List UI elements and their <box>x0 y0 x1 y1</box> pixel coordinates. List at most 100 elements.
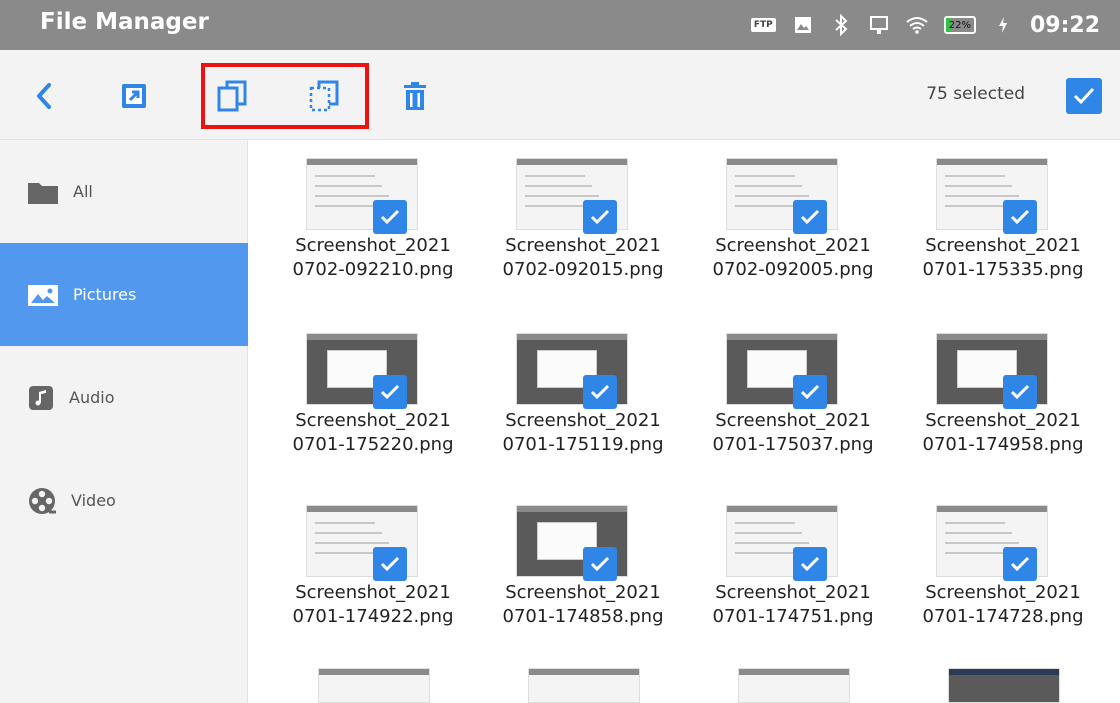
battery-indicator: 22% <box>943 16 976 34</box>
film-reel-icon <box>29 487 56 514</box>
ftp-badge: FTP <box>750 18 776 32</box>
checkmark-icon <box>590 209 610 225</box>
status-icons: FTP 22% 09:22 <box>750 0 1100 50</box>
app-title: File Manager <box>40 9 209 35</box>
select-all-checkbox[interactable] <box>1066 78 1102 114</box>
back-arrow-icon <box>37 83 51 109</box>
sidebar-item-label: Video <box>71 491 116 510</box>
move-icon <box>309 80 339 112</box>
selected-checkbox[interactable] <box>583 547 617 581</box>
file-name-line1: Screenshot_2021 <box>505 410 661 431</box>
selected-checkbox[interactable] <box>793 200 827 234</box>
file-tile[interactable]: Screenshot_2021 0701-175119.png <box>483 333 683 483</box>
cut-button[interactable] <box>302 74 346 118</box>
file-tile[interactable]: Screenshot_2021 0702-092005.png <box>693 158 893 308</box>
open-external-button[interactable] <box>112 74 156 118</box>
file-name-line1: Screenshot_2021 <box>295 410 451 431</box>
file-tile[interactable]: Screenshot_2021 0702-092210.png <box>273 158 473 308</box>
battery-level: 22% <box>948 19 971 31</box>
selection-count: 75 selected <box>926 84 1025 104</box>
checkmark-icon <box>1010 556 1030 572</box>
file-tile[interactable]: Screenshot_2021 0701-174751.png <box>693 505 893 655</box>
charging-icon <box>992 14 1014 36</box>
file-name: Screenshot_2021 0701-175220.png <box>273 409 473 457</box>
file-tile[interactable]: Screenshot_2021 0701-175335.png <box>903 158 1103 308</box>
sidebar-item-pictures[interactable]: Pictures <box>0 243 248 346</box>
sidebar-item-all[interactable]: All <box>0 140 248 243</box>
selected-checkbox[interactable] <box>373 200 407 234</box>
music-icon <box>29 385 53 410</box>
file-name-line2: 0701-174922.png <box>292 606 454 627</box>
sidebar-item-label: All <box>73 182 93 201</box>
sidebar-item-label: Audio <box>69 388 115 407</box>
file-tile[interactable]: Screenshot_2021 0701-175037.png <box>693 333 893 483</box>
selected-checkbox[interactable] <box>1003 375 1037 409</box>
file-name: Screenshot_2021 0702-092005.png <box>693 234 893 282</box>
file-name-line1: Screenshot_2021 <box>505 235 661 256</box>
image-icon <box>792 14 814 36</box>
file-name-line1: Screenshot_2021 <box>925 582 1081 603</box>
file-name-line1: Screenshot_2021 <box>715 410 871 431</box>
sidebar-item-audio[interactable]: Audio <box>0 346 248 449</box>
file-tile[interactable]: Screenshot_2021 0701-174958.png <box>903 333 1103 483</box>
ethernet-icon <box>868 14 890 36</box>
checkmark-icon <box>1010 209 1030 225</box>
checkmark-icon <box>800 384 820 400</box>
back-button[interactable] <box>22 74 66 118</box>
copy-button[interactable] <box>210 74 254 118</box>
selected-checkbox[interactable] <box>373 547 407 581</box>
checkmark-icon <box>1073 87 1095 105</box>
file-name-line2: 0701-175119.png <box>502 434 664 455</box>
wifi-icon <box>906 14 928 36</box>
file-name-line2: 0702-092015.png <box>502 259 664 280</box>
file-name: Screenshot_2021 0701-174858.png <box>483 581 683 629</box>
file-name-line2: 0701-175220.png <box>292 434 454 455</box>
selected-checkbox[interactable] <box>793 547 827 581</box>
selected-checkbox[interactable] <box>583 200 617 234</box>
trash-icon <box>404 82 426 110</box>
file-tile[interactable]: Screenshot_2021 0701-175220.png <box>273 333 473 483</box>
file-name: Screenshot_2021 0701-175037.png <box>693 409 893 457</box>
pictures-icon <box>28 284 58 306</box>
file-tile[interactable]: Screenshot_2021 0702-092015.png <box>483 158 683 308</box>
file-thumbnail-partial[interactable] <box>318 668 430 703</box>
selected-checkbox[interactable] <box>583 375 617 409</box>
checkmark-icon <box>590 384 610 400</box>
file-tile[interactable]: Screenshot_2021 0701-174728.png <box>903 505 1103 655</box>
file-name-line2: 0701-174858.png <box>502 606 664 627</box>
file-name: Screenshot_2021 0702-092015.png <box>483 234 683 282</box>
bluetooth-icon <box>830 14 852 36</box>
file-name-line2: 0701-175037.png <box>712 434 874 455</box>
selected-checkbox[interactable] <box>1003 200 1037 234</box>
checkmark-icon <box>1010 384 1030 400</box>
category-sidebar: All Pictures Audio Video <box>0 140 248 703</box>
file-thumbnail-partial[interactable] <box>528 668 640 703</box>
file-name: Screenshot_2021 0701-174958.png <box>903 409 1103 457</box>
file-name-line1: Screenshot_2021 <box>925 410 1081 431</box>
file-tile[interactable]: Screenshot_2021 0701-174922.png <box>273 505 473 655</box>
selected-checkbox[interactable] <box>793 375 827 409</box>
delete-button[interactable] <box>393 74 437 118</box>
checkmark-icon <box>380 556 400 572</box>
file-name-line1: Screenshot_2021 <box>505 582 661 603</box>
sidebar-item-label: Pictures <box>73 285 137 304</box>
file-tile[interactable]: Screenshot_2021 0701-174858.png <box>483 505 683 655</box>
file-thumbnail-partial[interactable] <box>738 668 850 703</box>
file-name-line2: 0701-175335.png <box>922 259 1084 280</box>
checkmark-icon <box>800 209 820 225</box>
status-bar: File Manager FTP 22% 09:22 <box>0 0 1120 50</box>
folder-icon <box>28 182 58 204</box>
sidebar-item-video[interactable]: Video <box>0 449 248 552</box>
file-name-line2: 0701-174958.png <box>922 434 1084 455</box>
checkmark-icon <box>380 384 400 400</box>
selected-checkbox[interactable] <box>1003 547 1037 581</box>
checkmark-icon <box>590 556 610 572</box>
open-external-icon <box>122 84 146 108</box>
file-thumbnail-partial[interactable] <box>948 668 1060 703</box>
file-name-line1: Screenshot_2021 <box>295 582 451 603</box>
file-name-line1: Screenshot_2021 <box>925 235 1081 256</box>
action-toolbar: 75 selected <box>0 50 1120 140</box>
file-name: Screenshot_2021 0702-092210.png <box>273 234 473 282</box>
file-name: Screenshot_2021 0701-174922.png <box>273 581 473 629</box>
selected-checkbox[interactable] <box>373 375 407 409</box>
